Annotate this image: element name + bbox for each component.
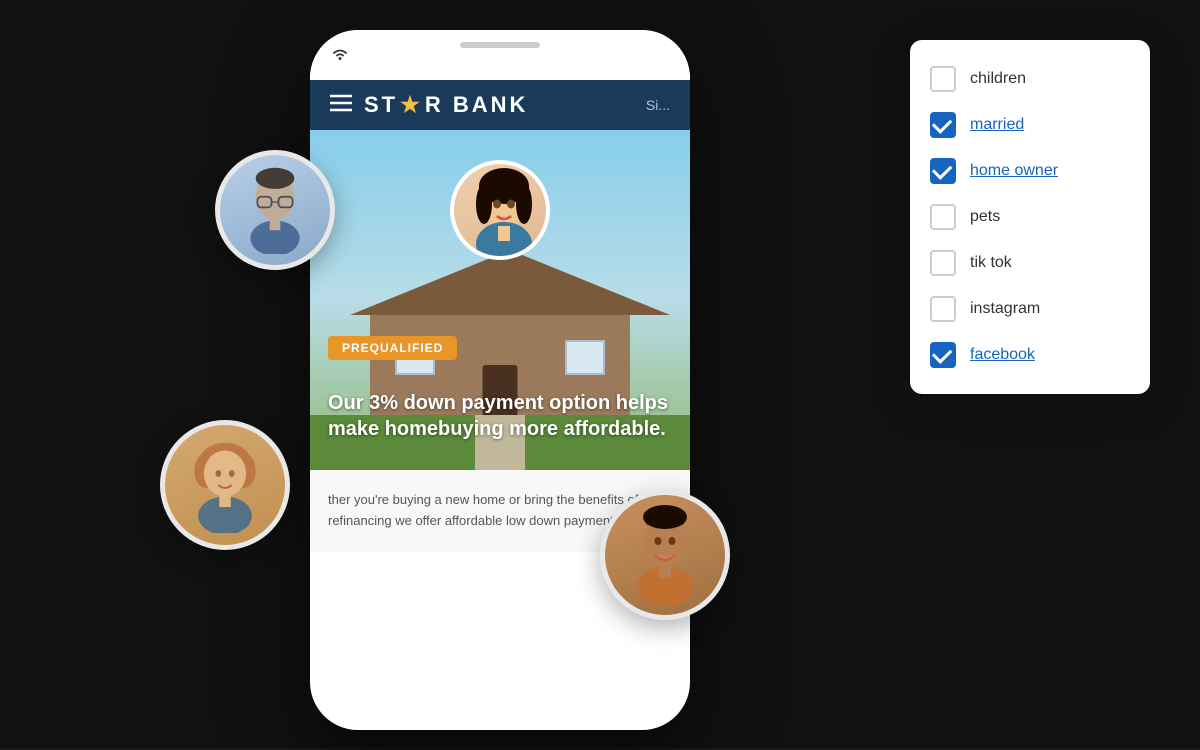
checkbox-tik-tok-label: tik tok: [970, 254, 1012, 272]
checkbox-instagram-label: instagram: [970, 300, 1040, 318]
sign-in-text[interactable]: Si...: [646, 97, 670, 113]
checkbox-children-label: children: [970, 70, 1026, 88]
checkbox-pets-box[interactable]: [930, 204, 956, 230]
checkbox-pets-label: pets: [970, 208, 1000, 226]
checkbox-married-label: married: [970, 116, 1024, 134]
phone-mockup: ST ★ R BANK Si...: [310, 30, 730, 750]
avatar-woman-hero: [450, 160, 550, 260]
checkbox-married-box[interactable]: [930, 112, 956, 138]
checkbox-tik-tok[interactable]: tik tok: [930, 240, 1130, 286]
checkbox-home-owner[interactable]: home owner: [930, 148, 1130, 194]
phone-notch: [460, 42, 540, 48]
checkbox-panel: children married home owner pets tik tok…: [910, 40, 1150, 394]
avatar-woman-1: [160, 420, 290, 550]
app-logo: ST ★ R BANK: [364, 92, 528, 118]
avatar-man-1: [215, 150, 335, 270]
hero-headline: Our 3% down payment option helps make ho…: [328, 390, 672, 442]
hero-section: Our 3% down payment option helps make ho…: [310, 130, 690, 470]
checkbox-children-box[interactable]: [930, 66, 956, 92]
checkbox-instagram-box[interactable]: [930, 296, 956, 322]
checkbox-pets[interactable]: pets: [930, 194, 1130, 240]
phone-status-bar: [310, 30, 690, 80]
checkbox-home-owner-label: home owner: [970, 162, 1058, 180]
app-header: ST ★ R BANK Si...: [310, 80, 690, 130]
checkbox-married[interactable]: married: [930, 102, 1130, 148]
checkbox-children[interactable]: children: [930, 56, 1130, 102]
hamburger-icon[interactable]: [330, 94, 352, 116]
checkbox-instagram[interactable]: instagram: [930, 286, 1130, 332]
phone-body: ST ★ R BANK Si...: [310, 30, 690, 730]
avatar-man-2: [600, 490, 730, 620]
checkbox-facebook-box[interactable]: [930, 342, 956, 368]
checkbox-facebook[interactable]: facebook: [930, 332, 1130, 378]
wifi-icon: [330, 46, 350, 65]
prequalified-badge: PREQUALIFIED: [328, 336, 457, 360]
hero-background: Our 3% down payment option helps make ho…: [310, 130, 690, 470]
hero-text-overlay: Our 3% down payment option helps make ho…: [328, 390, 672, 450]
checkbox-facebook-label: facebook: [970, 346, 1035, 364]
checkbox-tik-tok-box[interactable]: [930, 250, 956, 276]
checkbox-home-owner-box[interactable]: [930, 158, 956, 184]
